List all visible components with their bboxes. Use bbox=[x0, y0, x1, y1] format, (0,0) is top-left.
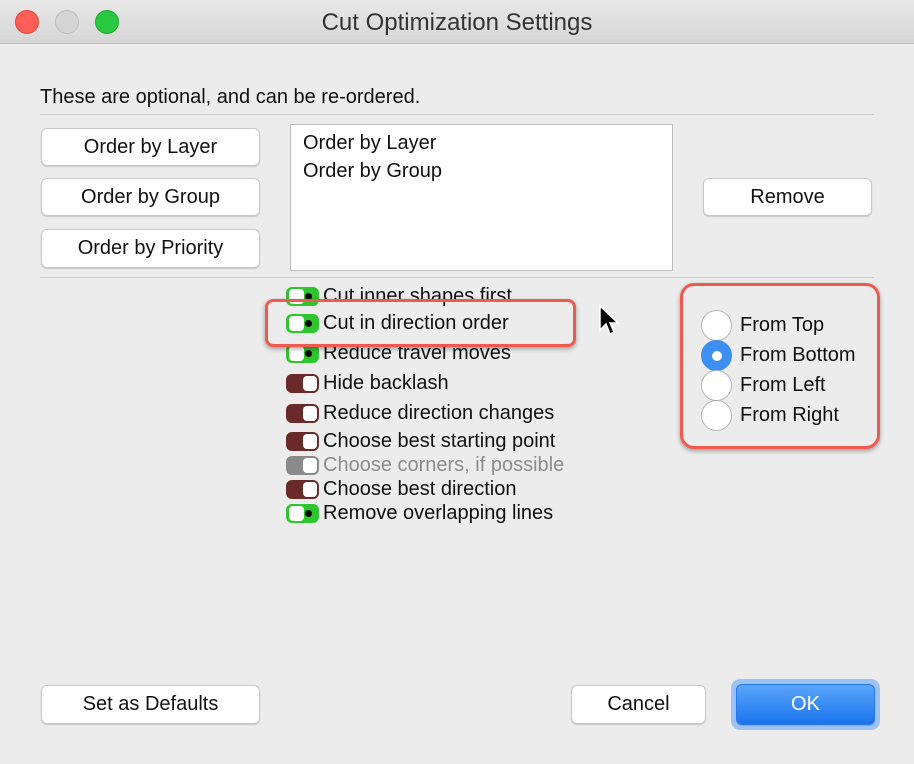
list-item[interactable]: Order by Group bbox=[291, 156, 672, 184]
remove-button[interactable]: Remove bbox=[703, 178, 872, 216]
radio-label: From Right bbox=[740, 403, 839, 426]
divider bbox=[40, 277, 874, 278]
instructions-text: These are optional, and can be re-ordere… bbox=[40, 86, 421, 108]
option-remove-overlapping-lines[interactable]: Remove overlapping lines bbox=[286, 501, 553, 525]
option-label: Reduce direction changes bbox=[323, 401, 555, 424]
toggle-switch bbox=[286, 455, 319, 475]
option-label: Choose best direction bbox=[323, 477, 517, 500]
radio-button[interactable] bbox=[701, 339, 732, 371]
toggle-switch[interactable] bbox=[286, 373, 319, 393]
divider bbox=[40, 114, 874, 115]
radio-button[interactable] bbox=[701, 399, 732, 431]
radio-button[interactable] bbox=[701, 369, 732, 401]
option-label: Remove overlapping lines bbox=[323, 501, 554, 524]
option-hide-backlash[interactable]: Hide backlash bbox=[286, 371, 449, 395]
radio-from-right[interactable]: From Right bbox=[701, 399, 839, 431]
list-item[interactable]: Order by Layer bbox=[291, 128, 672, 156]
option-choose-best-direction[interactable]: Choose best direction bbox=[286, 477, 516, 501]
radio-label: From Left bbox=[740, 373, 826, 396]
set-as-defaults-button[interactable]: Set as Defaults bbox=[41, 685, 260, 724]
window-title: Cut Optimization Settings bbox=[321, 9, 593, 36]
radio-label: From Bottom bbox=[740, 343, 856, 366]
toggle-switch[interactable] bbox=[286, 503, 319, 523]
radio-from-left[interactable]: From Left bbox=[701, 369, 826, 401]
toggle-switch[interactable] bbox=[286, 479, 319, 499]
toggle-switch[interactable] bbox=[286, 431, 319, 451]
option-reduce-direction-changes[interactable]: Reduce direction changes bbox=[286, 401, 554, 425]
radio-button[interactable] bbox=[701, 309, 732, 341]
title-bar: Cut Optimization Settings bbox=[0, 0, 914, 44]
cancel-button[interactable]: Cancel bbox=[571, 685, 706, 724]
option-label: Hide backlash bbox=[323, 371, 449, 394]
radio-label: From Top bbox=[740, 313, 825, 336]
option-choose-corners-if-possible: Choose corners, if possible bbox=[286, 453, 564, 477]
order-by-layer-button[interactable]: Order by Layer bbox=[41, 128, 260, 166]
order-list[interactable]: Order by Layer Order by Group bbox=[290, 124, 673, 271]
mouse-cursor-icon bbox=[599, 304, 620, 336]
option-label: Choose corners, if possible bbox=[323, 453, 565, 476]
option-label: Choose best starting point bbox=[323, 429, 556, 452]
order-by-group-button[interactable]: Order by Group bbox=[41, 178, 260, 216]
highlight-box bbox=[265, 299, 576, 347]
option-choose-best-starting-point[interactable]: Choose best starting point bbox=[286, 429, 555, 453]
radio-from-top[interactable]: From Top bbox=[701, 309, 825, 341]
toggle-switch[interactable] bbox=[286, 403, 319, 423]
order-by-priority-button[interactable]: Order by Priority bbox=[41, 229, 260, 268]
radio-from-bottom[interactable]: From Bottom bbox=[701, 339, 856, 371]
ok-button[interactable]: OK bbox=[736, 684, 875, 725]
